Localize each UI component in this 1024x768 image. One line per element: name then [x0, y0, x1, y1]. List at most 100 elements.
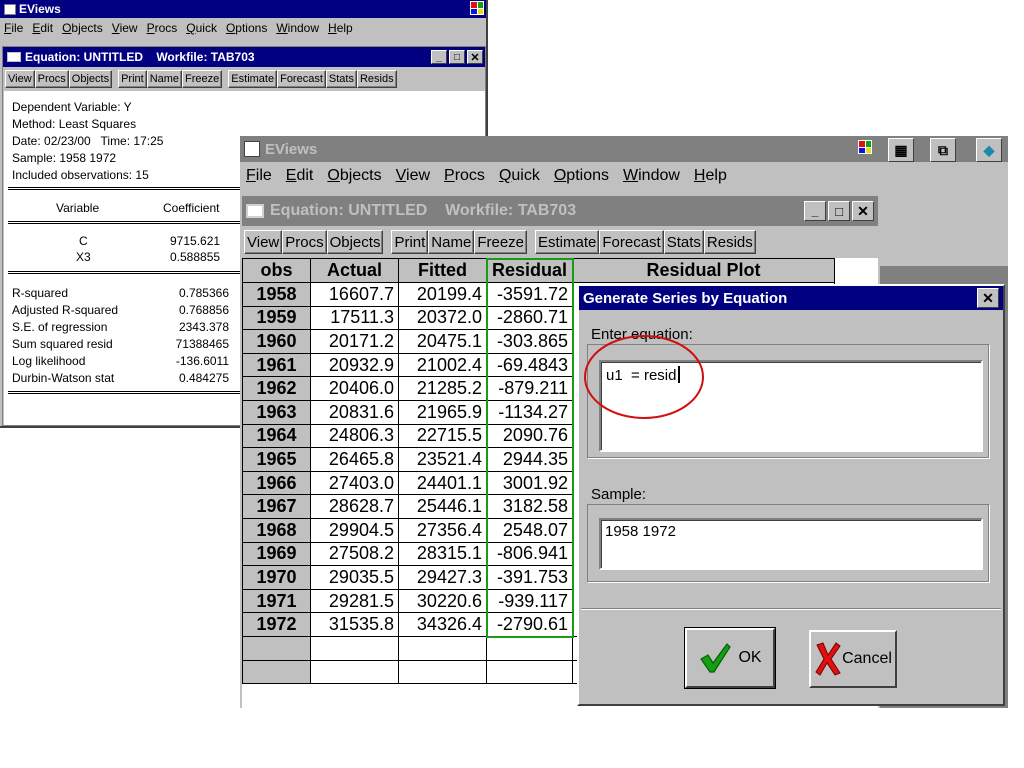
- front-tb-stats[interactable]: Stats: [663, 230, 704, 254]
- front-close-button[interactable]: ✕: [852, 201, 874, 221]
- cancel-button[interactable]: Cancel: [809, 630, 897, 688]
- actual-cell[interactable]: 20831.6: [310, 399, 399, 425]
- back-tb-name[interactable]: Name: [146, 70, 183, 88]
- front-menu-quick[interactable]: Quick: [499, 167, 540, 185]
- obs-cell[interactable]: 1960: [242, 329, 311, 354]
- actual-cell[interactable]: 31535.8: [310, 612, 399, 637]
- fitted-cell[interactable]: 20199.4: [398, 282, 487, 307]
- toolbar-copy-icon[interactable]: ⧉: [930, 138, 956, 162]
- fitted-cell[interactable]: 21002.4: [398, 352, 487, 378]
- col-header-actual[interactable]: Actual: [310, 258, 399, 283]
- front-tb-resids[interactable]: Resids: [703, 230, 756, 254]
- dialog-titlebar[interactable]: Generate Series by Equation ✕: [579, 286, 1003, 310]
- front-menu-file[interactable]: File: [246, 167, 272, 185]
- back-menu-window[interactable]: Window: [276, 21, 319, 35]
- back-tb-objects[interactable]: Objects: [68, 70, 113, 88]
- front-menu-help[interactable]: Help: [694, 167, 727, 185]
- front-app-color-icon[interactable]: [858, 140, 872, 154]
- fitted-cell[interactable]: 25446.1: [398, 494, 487, 519]
- actual-cell[interactable]: 26465.8: [310, 447, 399, 472]
- front-equation-titlebar[interactable]: Equation: UNTITLED Workfile: TAB703 _ □ …: [242, 196, 878, 226]
- fitted-cell[interactable]: 29427.3: [398, 565, 487, 590]
- front-menu-view[interactable]: View: [396, 167, 430, 185]
- actual-cell[interactable]: 20406.0: [310, 376, 399, 401]
- fitted-cell[interactable]: 22715.5: [398, 423, 487, 449]
- back-menu-quick[interactable]: Quick: [186, 21, 217, 35]
- ok-button[interactable]: OK: [684, 627, 776, 689]
- actual-cell[interactable]: 29035.5: [310, 565, 399, 590]
- obs-cell[interactable]: 1967: [242, 494, 311, 519]
- back-tb-stats[interactable]: Stats: [325, 70, 357, 88]
- fitted-cell[interactable]: 30220.6: [398, 588, 487, 614]
- back-tb-print[interactable]: Print: [118, 70, 147, 88]
- back-tb-estimate[interactable]: Estimate: [228, 70, 278, 88]
- obs-cell[interactable]: 1968: [242, 517, 311, 543]
- obs-cell[interactable]: 1965: [242, 447, 311, 472]
- front-menu-window[interactable]: Window: [623, 167, 680, 185]
- front-tb-print[interactable]: Print: [391, 230, 429, 254]
- obs-cell[interactable]: 1963: [242, 399, 311, 425]
- obs-cell[interactable]: 1959: [242, 305, 311, 331]
- back-menu-file[interactable]: File: [4, 21, 23, 35]
- actual-cell[interactable]: 29904.5: [310, 517, 399, 543]
- sample-input[interactable]: 1958 1972: [599, 518, 983, 570]
- front-tb-view[interactable]: View: [244, 230, 283, 254]
- actual-cell[interactable]: 20171.2: [310, 329, 399, 354]
- actual-cell[interactable]: 27508.2: [310, 541, 399, 567]
- fitted-cell[interactable]: 20475.1: [398, 329, 487, 354]
- back-equation-titlebar[interactable]: Equation: UNTITLED Workfile: TAB703 _ □ …: [3, 47, 485, 67]
- back-tb-freeze[interactable]: Freeze: [182, 70, 223, 88]
- front-menu-procs[interactable]: Procs: [444, 167, 485, 185]
- front-tb-estimate[interactable]: Estimate: [535, 230, 600, 254]
- front-maximize-button[interactable]: □: [828, 201, 850, 221]
- toolbar-doc-icon[interactable]: ▦: [888, 138, 914, 162]
- front-menu-objects[interactable]: Objects: [327, 167, 381, 185]
- actual-cell[interactable]: 28628.7: [310, 494, 399, 519]
- obs-cell[interactable]: 1958: [242, 282, 311, 307]
- front-tb-name[interactable]: Name: [428, 230, 475, 254]
- col-header-obs[interactable]: obs: [242, 258, 311, 283]
- obs-cell[interactable]: 1972: [242, 612, 311, 637]
- back-menu-edit[interactable]: Edit: [32, 21, 53, 35]
- fitted-cell[interactable]: 21965.9: [398, 399, 487, 425]
- obs-cell[interactable]: 1971: [242, 588, 311, 614]
- back-menu-help[interactable]: Help: [328, 21, 353, 35]
- fitted-cell[interactable]: 23521.4: [398, 447, 487, 472]
- back-menu-options[interactable]: Options: [226, 21, 267, 35]
- window-menu-icon[interactable]: [7, 52, 21, 62]
- back-tb-resids[interactable]: Resids: [356, 70, 397, 88]
- fitted-cell[interactable]: 27356.4: [398, 517, 487, 543]
- front-tb-objects[interactable]: Objects: [326, 230, 384, 254]
- back-menu-procs[interactable]: Procs: [147, 21, 178, 35]
- actual-cell[interactable]: 20932.9: [310, 352, 399, 378]
- fitted-cell[interactable]: 21285.2: [398, 376, 487, 401]
- obs-cell[interactable]: 1969: [242, 541, 311, 567]
- back-maximize-button[interactable]: □: [449, 50, 465, 64]
- front-menu-options[interactable]: Options: [554, 167, 609, 185]
- obs-cell[interactable]: 1966: [242, 470, 311, 496]
- actual-cell[interactable]: 27403.0: [310, 470, 399, 496]
- fitted-cell[interactable]: 34326.4: [398, 612, 487, 637]
- back-menu-view[interactable]: View: [112, 21, 138, 35]
- obs-cell[interactable]: 1964: [242, 423, 311, 449]
- front-app-titlebar[interactable]: EViews ▦ ⧉ ◆: [240, 136, 1008, 162]
- back-app-titlebar[interactable]: EViews: [0, 0, 486, 18]
- front-minimize-button[interactable]: _: [804, 201, 826, 221]
- back-close-button[interactable]: ✕: [467, 50, 483, 64]
- fitted-cell[interactable]: 24401.1: [398, 470, 487, 496]
- toolbar-eraser-icon[interactable]: ◆: [976, 138, 1002, 162]
- back-menu-objects[interactable]: Objects: [62, 21, 103, 35]
- actual-cell[interactable]: 24806.3: [310, 423, 399, 449]
- window-menu-icon[interactable]: [246, 204, 264, 218]
- col-header-residual-plot[interactable]: Residual Plot: [572, 258, 835, 283]
- dialog-close-button[interactable]: ✕: [977, 288, 999, 308]
- obs-cell[interactable]: 1970: [242, 565, 311, 590]
- front-menu-edit[interactable]: Edit: [286, 167, 314, 185]
- actual-cell[interactable]: 29281.5: [310, 588, 399, 614]
- obs-cell[interactable]: 1961: [242, 352, 311, 378]
- back-tb-view[interactable]: View: [5, 70, 35, 88]
- actual-cell[interactable]: 17511.3: [310, 305, 399, 331]
- obs-cell[interactable]: 1962: [242, 376, 311, 401]
- back-tb-procs[interactable]: Procs: [34, 70, 69, 88]
- fitted-cell[interactable]: 28315.1: [398, 541, 487, 567]
